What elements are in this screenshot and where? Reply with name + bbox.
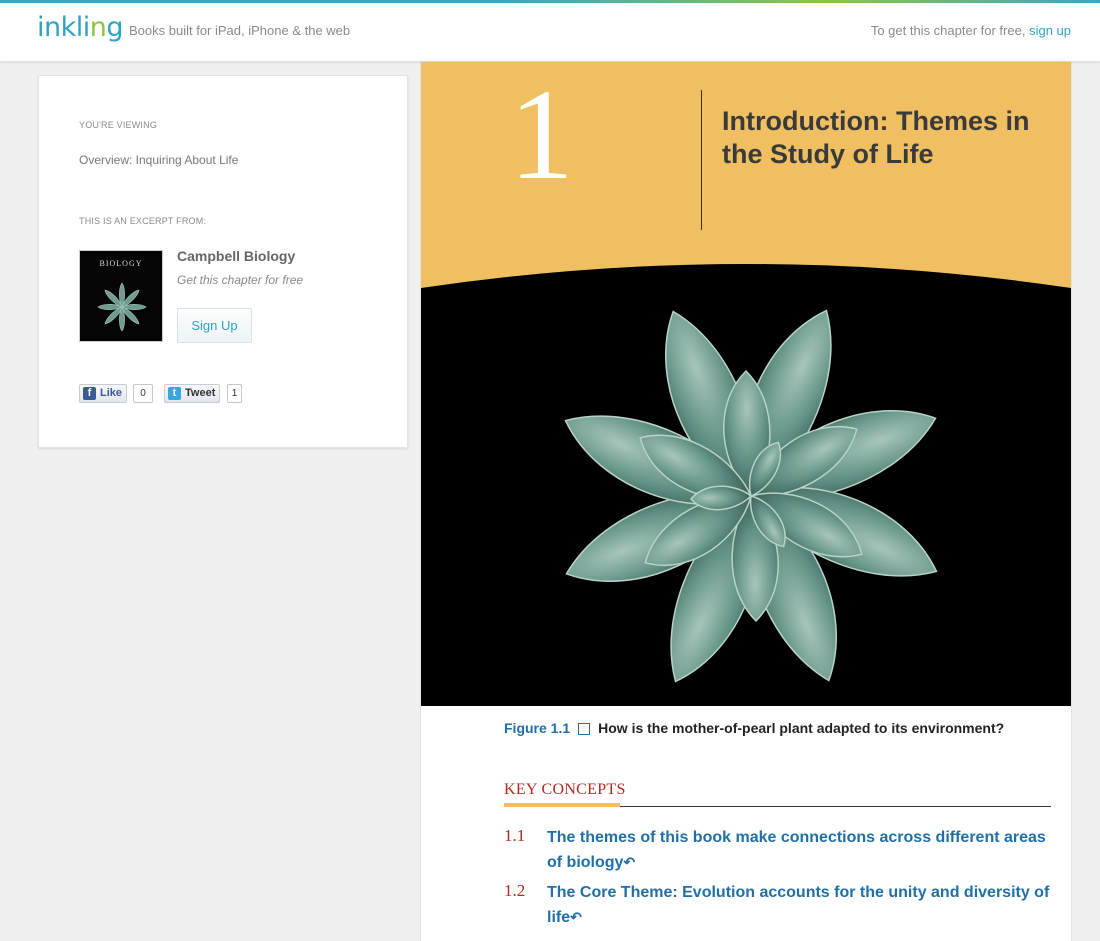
chapter-title: Introduction: Themes in the Study of Lif… (722, 106, 1030, 169)
open-figure-icon[interactable] (578, 723, 591, 735)
concept-number: 1.2 (504, 881, 526, 900)
header-cta-text: To get this chapter for free, (870, 23, 1026, 38)
viewing-label: YOU'RE VIEWING (79, 120, 158, 130)
figure-caption: Figure 1.1 How is the mother-of-pearl pla… (504, 720, 1004, 736)
viewing-title: Overview: Inquiring About Life (79, 153, 239, 167)
tweet-label: Tweet (185, 387, 216, 399)
book-title[interactable]: Campbell Biology (177, 248, 295, 264)
figure-caption-text: How is the mother-of-pearl plant adapted… (598, 720, 1005, 736)
sign-up-link[interactable]: sign up (1029, 23, 1071, 38)
like-count: 0 (133, 384, 153, 403)
concept-text: The Core Theme: Evolution accounts for t… (547, 884, 1050, 926)
concept-text: The themes of this book make connections… (547, 829, 1046, 871)
tweet-button[interactable]: t Tweet (164, 384, 220, 403)
concept-link[interactable]: The Core Theme: Evolution accounts for t… (547, 881, 1052, 930)
book-subtitle: Get this chapter for free (177, 273, 304, 287)
tweet-count: 1 (227, 384, 242, 403)
excerpt-label: THIS IS AN EXCERPT FROM: (79, 216, 207, 226)
chapter-banner: 1 Introduction: Themes in the Study of L… (421, 62, 1071, 706)
sign-up-button[interactable]: Sign Up (177, 308, 252, 343)
key-concepts-heading: KEY CONCEPTS (504, 781, 626, 798)
return-arrow-icon[interactable]: ↶ (570, 909, 582, 925)
return-arrow-icon[interactable]: ↶ (623, 854, 635, 870)
chapter-opener-photo[interactable] (421, 262, 1071, 706)
book-cover[interactable]: BIOLOGY (79, 250, 163, 342)
facebook-like-button[interactable]: f Like (79, 384, 127, 403)
like-label: Like (100, 387, 123, 399)
key-concepts-underline (504, 803, 620, 807)
book-page: 1 Introduction: Themes in the Study of L… (421, 62, 1071, 941)
concept-number: 1.1 (504, 826, 526, 845)
figure-label[interactable]: Figure 1.1 (504, 720, 570, 736)
tagline: Books built for iPad, iPhone & the web (129, 23, 351, 38)
facebook-icon: f (83, 387, 96, 400)
inkling-logo[interactable]: inkling (37, 12, 124, 43)
chapter-number: 1 (509, 63, 574, 207)
site-header: inkling Books built for iPad, iPhone & t… (0, 3, 1100, 62)
excerpt-card: YOU'RE VIEWING Overview: Inquiring About… (38, 75, 408, 448)
concept-link[interactable]: The themes of this book make connections… (547, 826, 1052, 875)
header-cta: To get this chapter for free, sign up (871, 23, 1071, 38)
cover-plant-image (97, 282, 147, 332)
twitter-bird-icon: t (168, 387, 181, 400)
banner-divider (701, 90, 702, 230)
